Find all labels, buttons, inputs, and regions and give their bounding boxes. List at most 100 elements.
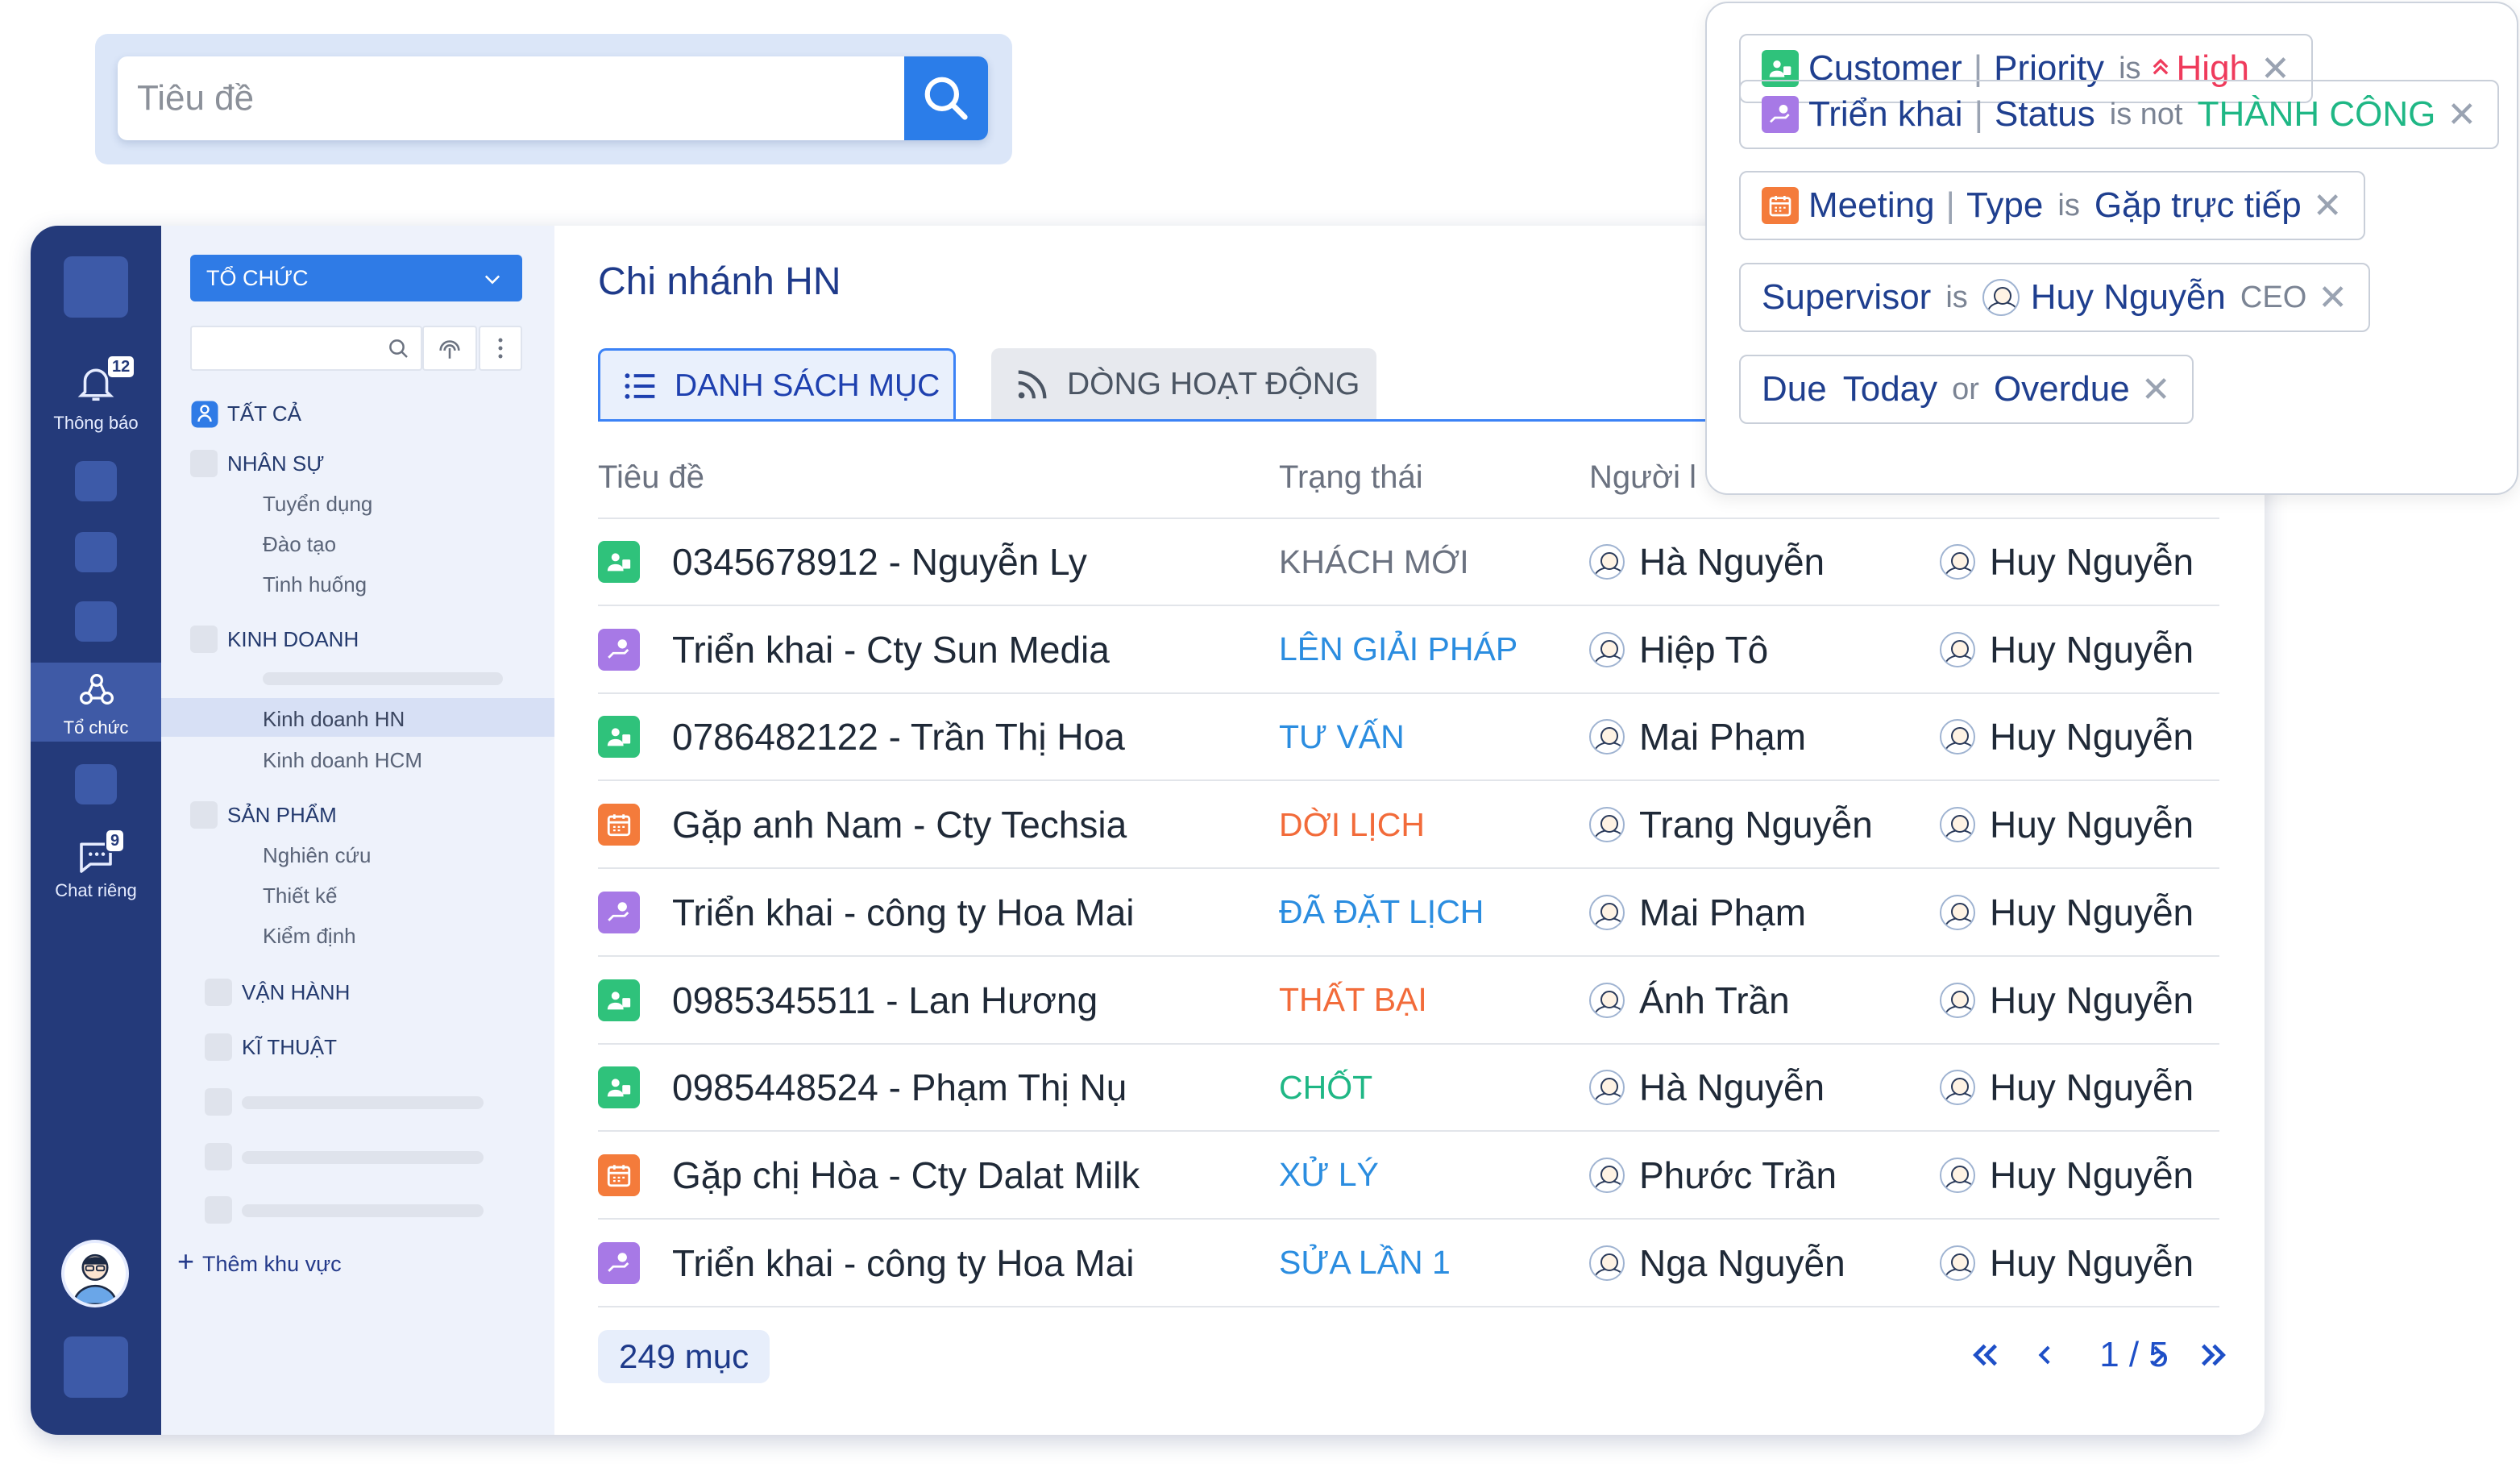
row-title[interactable]: Gặp anh Nam - Cty Techsia [672,782,1127,867]
double-chevron-right-icon [2202,1344,2226,1366]
filter-separator: | [1974,94,1983,134]
row-title[interactable]: 0786482122 - Trần Thị Hoa [672,694,1125,779]
column-header-title[interactable]: Tiêu đề [598,459,704,496]
group-checkbox[interactable] [190,801,218,829]
org-dropdown[interactable]: TỔ CHỨC [190,255,522,301]
rss-icon [1018,370,1047,399]
pager-last-button[interactable] [2186,1327,2242,1383]
tree-item-nghien-cuu[interactable]: Nghiên cứu [263,843,371,868]
avatar [1589,719,1625,755]
row-status: LÊN GIẢI PHÁP [1279,630,1518,668]
more-button[interactable] [479,326,522,371]
search-input[interactable] [118,56,904,140]
tree-group-nhan-su[interactable]: NHÂN SỰ [227,451,324,476]
pager-first-button[interactable] [1957,1327,2013,1383]
tree-item-kinh-doanh-hcm[interactable]: Kinh doanh HCM [263,748,422,773]
add-area-button[interactable]: + Thêm khu vực [177,1245,342,1278]
avatar [1940,631,1975,667]
tree-item-kinh-doanh-hn[interactable]: Kinh doanh HN [263,707,405,732]
table-row[interactable]: Triển khai - Cty Sun Media LÊN GIẢI PHÁP H… [598,607,2219,694]
filter-chip[interactable]: Due Today or Overdue ✕ [1739,355,2194,424]
column-header-status[interactable]: Trạng thái [1279,459,1423,496]
row-assignee: Nga Nguyễn [1589,1220,1845,1306]
avatar [1589,544,1625,580]
table-row[interactable]: 0985345511 - Lan Hương THẤT BẠI Ánh Trần Hu… [598,958,2219,1045]
tree-group-san-pham[interactable]: SẢN PHẨM [227,803,337,828]
tab-item-list[interactable]: DANH SÁCH MỤC [598,348,956,421]
tree-item-kiem-dinh[interactable]: Kiểm định [263,924,356,949]
item-count: 249 mục [598,1330,770,1383]
rail-logo-placeholder[interactable] [64,256,128,318]
page-title: Chi nhánh HN [598,260,841,303]
rail-item-placeholder[interactable] [75,461,117,501]
supervisor-name: Huy Nguyễn [1990,628,2194,671]
avatar [1940,544,1975,580]
group-checkbox[interactable] [190,626,218,653]
panel-search-input[interactable] [190,326,422,371]
table-row[interactable]: 0786482122 - Trần Thị Hoa TƯ VẤN Mai Phạm H… [598,694,2219,782]
column-header-assignee[interactable]: Người l [1589,459,1696,496]
row-title[interactable]: 0985345511 - Lan Hương [672,958,1098,1043]
tree-item-tinh-huong[interactable]: Tinh huống [263,572,367,597]
table-row[interactable]: 0985448524 - Phạm Thị Nụ CHỐT Hà Nguyễn Huy… [598,1045,2219,1133]
tree-item-thiet-ke[interactable]: Thiết kế [263,883,338,908]
row-assignee: Phước Trần [1589,1133,1837,1218]
row-supervisor: Huy Nguyễn [1940,958,2194,1043]
row-title[interactable]: Triển khai - công ty Hoa Mai [672,870,1135,955]
rail-item-placeholder[interactable] [75,764,117,804]
supervisor-name: Huy Nguyễn [1990,716,2194,759]
row-title[interactable]: 0345678912 - Nguyễn Ly [672,519,1087,605]
search-icon [389,339,408,358]
plus-icon: + [177,1245,195,1278]
tree-group-ki-thuat[interactable]: KĨ THUẬT [242,1035,337,1060]
assignee-name: Hiệp Tô [1639,628,1769,671]
table-row[interactable]: Triển khai - công ty Hoa Mai SỬA LẦN 1 Nga… [598,1220,2219,1307]
placeholder-checkbox [205,1196,232,1224]
row-assignee: Hiệp Tô [1589,607,1768,692]
tree-item-dao-tao[interactable]: Đào tạo [263,532,336,557]
tab-activity-feed[interactable]: DÒNG HOẠT ĐỘNG [991,348,1376,421]
table-row[interactable]: Triển khai - công ty Hoa Mai ĐÃ ĐẶT LỊCH M… [598,870,2219,957]
supervisor-name: Huy Nguyễn [1990,1241,2194,1284]
remove-filter-icon[interactable]: ✕ [2318,277,2348,318]
rail-item-placeholder[interactable] [75,601,117,642]
tree-group-kinh-doanh[interactable]: KINH DOANH [227,627,359,652]
row-title[interactable]: Triển khai - Cty Sun Media [672,607,1110,692]
search-button[interactable] [904,56,988,140]
filter-subfield: Type [1966,185,2044,225]
filter-value: Huy Nguyễn [2030,277,2226,317]
rail-bottom-placeholder[interactable] [64,1336,128,1398]
notifications-label: Thông báo [53,413,139,433]
row-assignee: Ánh Trần [1589,958,1790,1043]
table-row[interactable]: Gặp anh Nam - Cty Techsia DỜI LỊCH Trang N… [598,782,2219,870]
pager-next-button[interactable] [2134,1327,2182,1383]
rail-item-placeholder[interactable] [75,532,117,572]
deploy-icon [598,628,640,671]
row-supervisor: Huy Nguyễn [1940,1133,2194,1218]
customer-icon [598,716,640,759]
filter-chip[interactable]: Supervisor is Huy Nguyễn CEO ✕ [1739,263,2371,332]
broadcast-button[interactable] [422,326,477,371]
row-title[interactable]: 0985448524 - Phạm Thị Nụ [672,1045,1127,1130]
row-supervisor: Huy Nguyễn [1940,519,2194,605]
remove-filter-icon[interactable]: ✕ [2447,94,2476,135]
table-row[interactable]: 0345678912 - Nguyễn Ly KHÁCH MỚI Hà Nguyễn… [598,519,2219,606]
tree-group-van-hanh[interactable]: VẬN HÀNH [242,980,350,1005]
row-status: THẤT BẠI [1279,981,1427,1018]
filter-separator: | [1945,185,1955,225]
remove-filter-icon[interactable]: ✕ [2313,185,2343,227]
row-title[interactable]: Triển khai - công ty Hoa Mai [672,1220,1135,1306]
row-title[interactable]: Gặp chị Hòa - Cty Dalat Milk [672,1133,1140,1218]
tree-item-tuyen-dung[interactable]: Tuyển dụng [263,492,372,517]
row-supervisor: Huy Nguyễn [1940,1220,2194,1306]
group-checkbox[interactable] [205,979,232,1006]
placeholder-bar [242,1204,484,1217]
group-checkbox[interactable] [190,450,218,477]
filter-chip[interactable]: Triển khai | Status is not THÀNH CÔNG ✕ [1739,80,2500,149]
filter-chip[interactable]: Meeting | Type is Gặp trực tiếp ✕ [1739,171,2365,240]
remove-filter-icon[interactable]: ✕ [2141,369,2171,410]
table-row[interactable]: Gặp chị Hòa - Cty Dalat Milk XỬ LÝ Phước T… [598,1133,2219,1220]
group-checkbox[interactable] [205,1033,232,1061]
row-status: ĐÃ ĐẶT LỊCH [1279,893,1484,931]
user-avatar[interactable] [61,1240,129,1307]
